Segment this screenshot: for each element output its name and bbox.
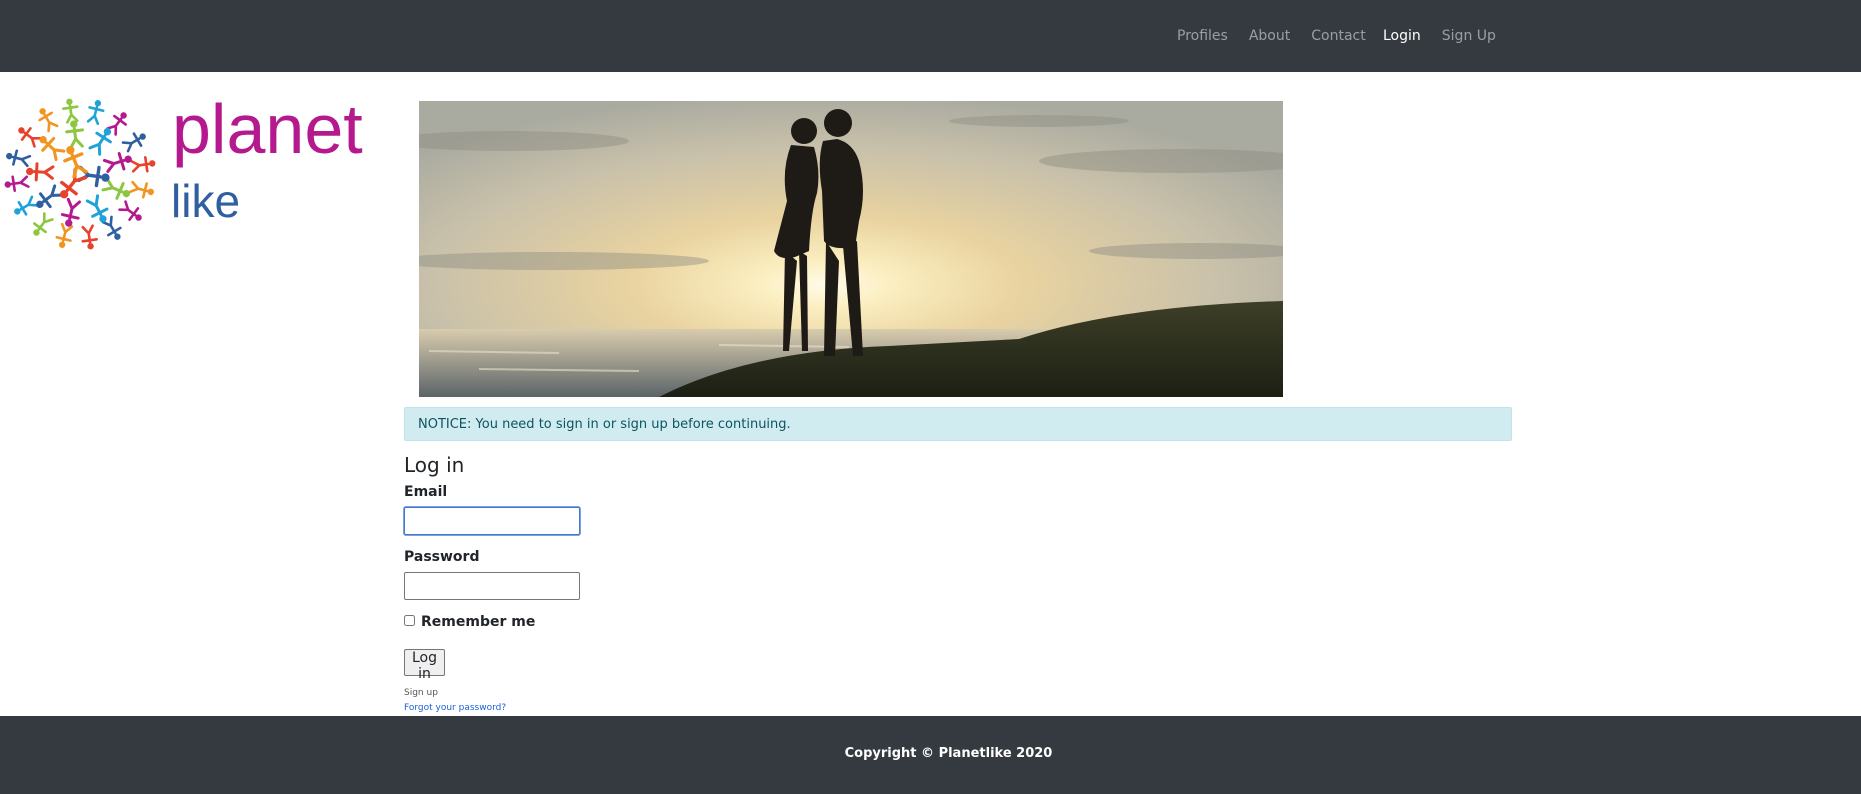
password-label: Password: [404, 549, 480, 565]
remember-me-checkbox[interactable]: [404, 615, 415, 626]
nav-signup-link[interactable]: Sign Up: [1442, 28, 1496, 44]
logo-word-planet: planet: [172, 90, 363, 168]
signup-link[interactable]: Sign up: [404, 688, 438, 698]
notice-text: NOTICE: You need to sign in or sign up b…: [418, 416, 791, 432]
password-field[interactable]: [404, 572, 580, 600]
forgot-password-link[interactable]: Forgot your password?: [404, 703, 506, 713]
copyright-text: Copyright © Planetlike 2020: [844, 745, 1053, 761]
logo-word-like: like: [171, 175, 241, 227]
main-nav: Profiles About Contact: [1177, 0, 1387, 72]
nav-profiles-link[interactable]: Profiles: [1177, 28, 1228, 44]
remember-me-label[interactable]: Remember me: [421, 614, 535, 630]
nav-contact-link[interactable]: Contact: [1311, 28, 1365, 44]
nav-login-link[interactable]: Login: [1383, 28, 1421, 44]
email-label: Email: [404, 484, 448, 500]
footer: Copyright © Planetlike 2020: [0, 716, 1861, 794]
email-field[interactable]: [404, 507, 580, 535]
login-submit-button[interactable]: Log in: [404, 649, 446, 682]
login-title: Log in: [404, 453, 465, 477]
notice-alert: NOTICE: You need to sign in or sign up b…: [404, 407, 1512, 441]
auth-nav: Login Sign Up: [1383, 0, 1517, 72]
top-navbar: Profiles About Contact Login Sign Up: [0, 0, 1861, 72]
banner-image: [419, 101, 1283, 397]
globe-people-icon: [4, 98, 156, 250]
nav-about-link[interactable]: About: [1249, 28, 1290, 44]
